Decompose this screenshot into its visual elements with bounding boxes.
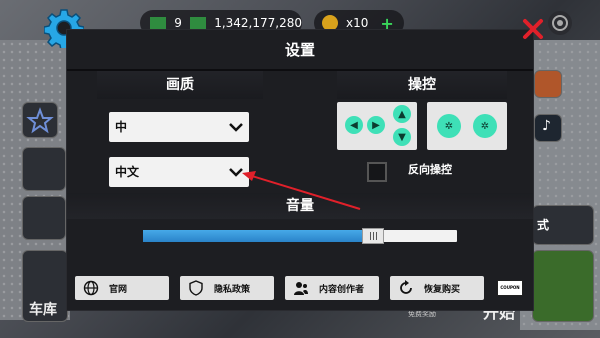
gem-icon — [150, 17, 167, 29]
garage-label: 车库 — [29, 302, 57, 318]
wheel-left-icon: ✲ — [437, 114, 461, 138]
start-button[interactable]: 开始 — [483, 250, 594, 322]
restore-purchase-button[interactable]: 恢复购买 — [390, 276, 484, 300]
wheel-right-icon: ✲ — [473, 114, 497, 138]
promo-icon[interactable] — [534, 70, 562, 98]
dialog-title: 设置 — [284, 41, 315, 59]
tuning-button[interactable] — [22, 196, 66, 240]
settings-dialog: 设置 画质 操控 中 中文 ◀ ▶ ▲ ▼ ✲ ✲ 反向操控 音量 官网 隐私政… — [66, 29, 534, 311]
volume-fill — [143, 230, 366, 242]
wheel-controls-option[interactable]: ✲ ✲ — [427, 102, 507, 150]
people-icon — [294, 282, 308, 295]
shield-icon — [189, 280, 203, 296]
mode-button[interactable]: 式 — [532, 205, 594, 245]
arrow-controls-option[interactable]: ◀ ▶ ▲ ▼ — [337, 102, 417, 150]
chevron-down-icon — [229, 123, 243, 132]
privacy-label: 隐私政策 — [214, 284, 251, 295]
website-label: 官网 — [109, 284, 128, 295]
gem-count: 9 — [174, 16, 182, 30]
language-select[interactable]: 中文 — [109, 157, 249, 187]
money-value: 1,342,177,280 — [214, 16, 302, 30]
creators-label: 内容创作者 — [319, 284, 365, 295]
down-arrow-icon: ▼ — [393, 128, 411, 146]
tiktok-icon[interactable]: ♪ — [534, 114, 562, 142]
up-arrow-icon: ▲ — [393, 105, 411, 123]
creators-button[interactable]: 内容创作者 — [285, 276, 379, 300]
restore-label: 恢复购买 — [424, 284, 461, 295]
volume-thumb[interactable] — [361, 228, 384, 244]
gear-icon[interactable] — [547, 10, 573, 36]
mode-label: 式 — [537, 218, 550, 232]
garage-button[interactable]: 车库 — [22, 250, 68, 322]
language-value: 中文 — [115, 165, 140, 179]
star-icon — [26, 107, 54, 134]
refresh-icon — [400, 280, 412, 294]
controls-heading: 操控 — [337, 71, 507, 99]
right-arrow-icon: ▶ — [367, 116, 385, 134]
website-button[interactable]: 官网 — [75, 276, 169, 300]
quality-heading: 画质 — [97, 71, 263, 99]
close-icon[interactable] — [522, 18, 544, 40]
volume-heading: 音量 — [67, 193, 533, 219]
globe-icon — [83, 280, 99, 296]
privacy-button[interactable]: 隐私政策 — [180, 276, 274, 300]
badge-button[interactable] — [22, 147, 66, 191]
favorites-button[interactable] — [22, 102, 58, 138]
coupon-button[interactable]: COUPON — [497, 280, 523, 296]
token-count: x10 — [346, 16, 369, 30]
quality-value: 中 — [115, 120, 128, 134]
reverse-controls-label: 反向操控 — [408, 163, 452, 176]
quality-select[interactable]: 中 — [109, 112, 249, 142]
chevron-down-icon — [229, 168, 243, 177]
reverse-controls-checkbox[interactable] — [367, 162, 387, 182]
volume-slider[interactable] — [143, 228, 457, 244]
left-arrow-icon: ◀ — [345, 116, 363, 134]
money-icon — [189, 17, 207, 29]
